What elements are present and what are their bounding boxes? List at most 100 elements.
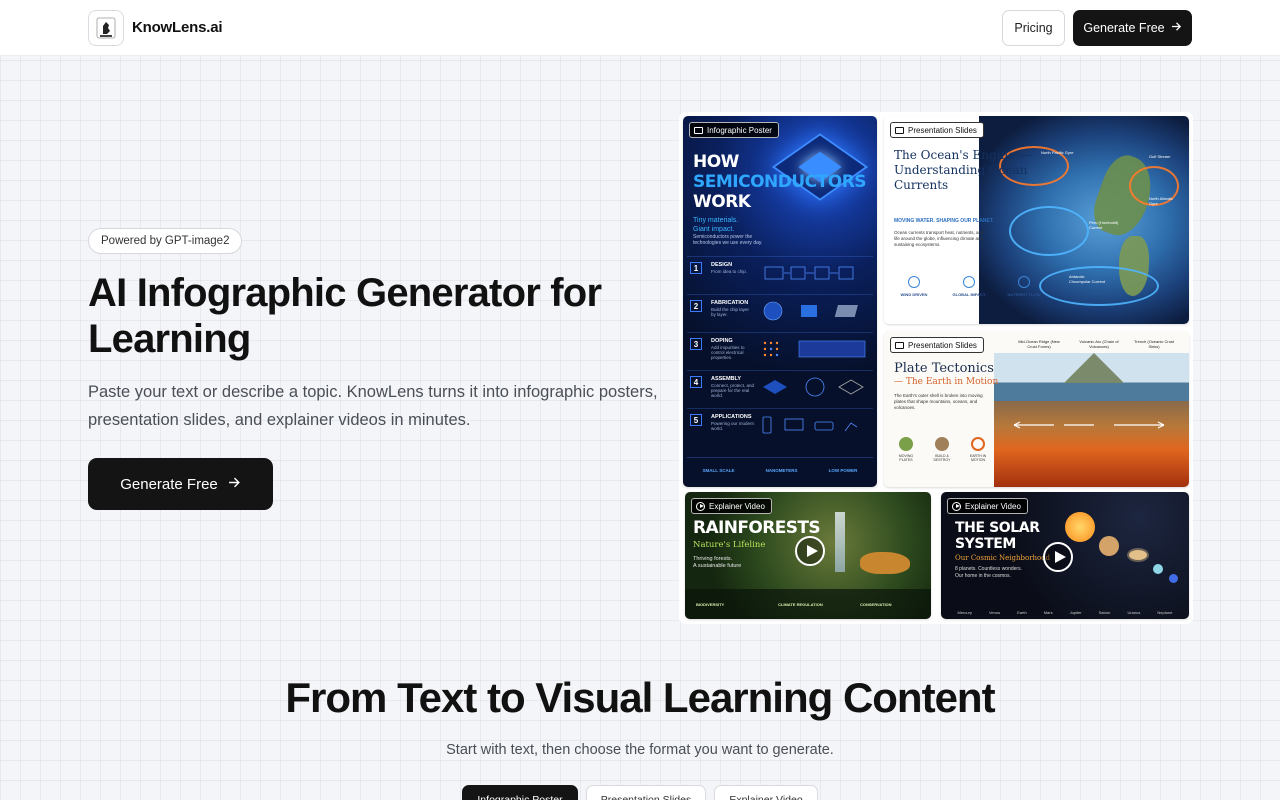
poster-footer-item: NANOMETERS — [765, 468, 798, 473]
step-sub: Add impurities to control electrical pro… — [711, 345, 745, 360]
solar-line: Our home in the cosmos. — [955, 572, 1011, 579]
globe-icon: GLOBAL IMPACT — [949, 276, 989, 297]
step-number: 2 — [690, 300, 702, 312]
poster-title: HOW SEMICONDUCTORS WORK — [693, 152, 867, 212]
planet-name: Mercury — [957, 610, 972, 615]
planet-illustration — [1099, 536, 1119, 556]
planet-name: Neptune — [1157, 610, 1173, 615]
ocean-icon-label: NUTRIENT FLOW — [1007, 292, 1041, 297]
tectonics-title: Plate Tectonics — [894, 361, 994, 376]
ocean-tag: Presentation Slides — [890, 122, 984, 138]
solar-line: 8 planets. Countless wonders. — [955, 566, 1022, 572]
map-label: Gulf Stream — [1149, 154, 1171, 159]
play-button-icon[interactable] — [795, 536, 825, 566]
map-label: Peru (Humboldt) Current — [1089, 220, 1119, 230]
solar-system-video-card[interactable]: Explainer Video THE SOLAR SYSTEM Our Cos… — [941, 492, 1189, 619]
rainforest-title: RAINFORESTS — [693, 518, 821, 538]
generate-free-nav-button[interactable]: Generate Free — [1073, 10, 1192, 46]
solar-title-line: SYSTEM — [955, 536, 1016, 552]
rainforest-footer-item: CONSERVATION — [860, 601, 892, 607]
sun-illustration — [1065, 512, 1095, 542]
step-sub: Build the chip layer by layer. — [711, 307, 750, 317]
generate-free-hero-label: Generate Free — [120, 475, 218, 493]
map-label: North Atlantic Gyre — [1149, 196, 1173, 206]
tectonics-label: Volcanic Arc (Chain of Volcanoes) — [1079, 339, 1119, 349]
planet-name: Jupiter — [1069, 610, 1082, 615]
wafer-icon — [763, 301, 858, 321]
section-title: From Text to Visual Learning Content — [285, 674, 995, 721]
poster-step: 3 DOPING Add impurities to control elect… — [687, 332, 873, 370]
tectonics-icon-label: EARTH IN MOTION — [969, 454, 987, 462]
logo-icon[interactable] — [88, 10, 124, 46]
pricing-button[interactable]: Pricing — [1002, 10, 1065, 46]
tectonics-label: Mid-Ocean Ridge (New Crust Forms) — [1018, 339, 1060, 349]
solar-title-line: THE SOLAR — [955, 520, 1040, 536]
planet-illustration — [1153, 564, 1163, 574]
monitor-icon — [895, 341, 904, 349]
wave-icon: NUTRIENT FLOW — [1004, 276, 1044, 297]
tectonics-icon-label: BUILD & DESTROY — [933, 454, 951, 462]
rainforest-text: Thriving forests. A sustainable future — [693, 556, 741, 570]
ocean-icon-label: GLOBAL IMPACT — [952, 292, 986, 297]
step-sub: From idea to chip. — [711, 269, 748, 274]
tab-infographic-poster[interactable]: Infographic Poster — [462, 785, 578, 800]
ocean-tag-label: Presentation Slides — [908, 125, 977, 135]
step-label: DOPING — [711, 338, 733, 344]
plate-tectonics-card[interactable]: Mid-Ocean Ridge (New Crust Forms) Volcan… — [884, 331, 1189, 487]
devices-icon — [762, 416, 858, 434]
solar-subtitle: Our Cosmic Neighborhood — [955, 554, 1050, 562]
arrow-right-icon — [1171, 21, 1182, 35]
semiconductor-poster-card[interactable]: Infographic Poster HOW SEMICONDUCTORS WO… — [683, 116, 877, 487]
section-subtitle: Start with text, then choose the format … — [446, 742, 834, 758]
arrow-right-icon — [228, 476, 241, 493]
tab-presentation-slides[interactable]: Presentation Slides — [586, 785, 706, 800]
rainforest-line: Thriving forests. — [693, 556, 733, 562]
ocean-currents-card[interactable]: North Pacific Gyre Gulf Stream North Atl… — [884, 116, 1189, 324]
step-label: FABRICATION — [711, 300, 749, 306]
play-button-icon[interactable] — [1043, 542, 1073, 572]
solar-text: 8 planets. Countless wonders. Our home i… — [955, 566, 1022, 579]
tectonics-paragraph: The Earth's outer shell is broken into m… — [894, 393, 983, 410]
step-sub: Connect, protect, and prepare for the re… — [711, 383, 755, 398]
play-icon — [696, 501, 705, 511]
doping-icon — [763, 340, 866, 358]
step-label: ASSEMBLY — [711, 376, 742, 382]
planet-name: Uranus — [1127, 610, 1141, 615]
monitor-icon — [694, 126, 703, 134]
ocean-paragraph: Ocean currents transport heat, nutrients… — [894, 230, 984, 247]
tectonics-tag: Presentation Slides — [890, 337, 984, 353]
tectonics-icon-label: MOVING PLATES — [898, 454, 914, 462]
plates-icon: MOVING PLATES — [892, 437, 920, 462]
step-number: 5 — [690, 414, 702, 426]
planet-name: Mars — [1043, 610, 1053, 615]
solar-title: THE SOLAR SYSTEM — [955, 520, 1040, 552]
step-number: 1 — [690, 262, 702, 274]
step-label: APPLICATIONS — [711, 414, 752, 420]
generate-free-hero-button[interactable]: Generate Free — [88, 458, 273, 510]
step-number: 4 — [690, 376, 702, 388]
planet-illustration — [1169, 574, 1178, 583]
mountain-icon: BUILD & DESTROY — [928, 437, 956, 462]
step-sub: Powering our modern world. — [711, 421, 755, 431]
wind-icon: WIND DRIVEN — [894, 276, 934, 297]
jaguar-illustration — [860, 552, 910, 574]
brand-name[interactable]: KnowLens.ai — [132, 19, 223, 36]
planet-name: Venus — [988, 610, 1001, 615]
poster-tagline: Tiny materials. Giant impact. — [693, 216, 738, 234]
rainforest-footer-item: CLIMATE REGULATION — [778, 601, 823, 607]
rainforest-video-card[interactable]: Explainer Video RAINFORESTS Nature's Lif… — [685, 492, 931, 619]
planet-name: Earth — [1017, 610, 1027, 615]
top-nav: KnowLens.ai Pricing Generate Free — [0, 0, 1280, 56]
package-icon — [763, 377, 864, 397]
planet-name: Saturn — [1098, 610, 1111, 615]
map-label: Antarctic Circumpolar Current — [1069, 274, 1106, 284]
tectonics-label: Trench (Oceanic Crust Sinks) — [1133, 339, 1175, 349]
poster-title-line3: WORK — [693, 192, 751, 212]
generate-free-nav-label: Generate Free — [1083, 21, 1165, 35]
ocean-icon-label: WIND DRIVEN — [900, 292, 928, 297]
step-number: 3 — [690, 338, 702, 350]
ocean-title: The Ocean's Engine — Understanding Ocean… — [894, 148, 1032, 192]
earth-crust-illustration — [994, 353, 1189, 487]
tab-explainer-video[interactable]: Explainer Video — [714, 785, 818, 800]
ocean-kicker: MOVING WATER. SHAPING OUR PLANET. — [894, 218, 994, 224]
